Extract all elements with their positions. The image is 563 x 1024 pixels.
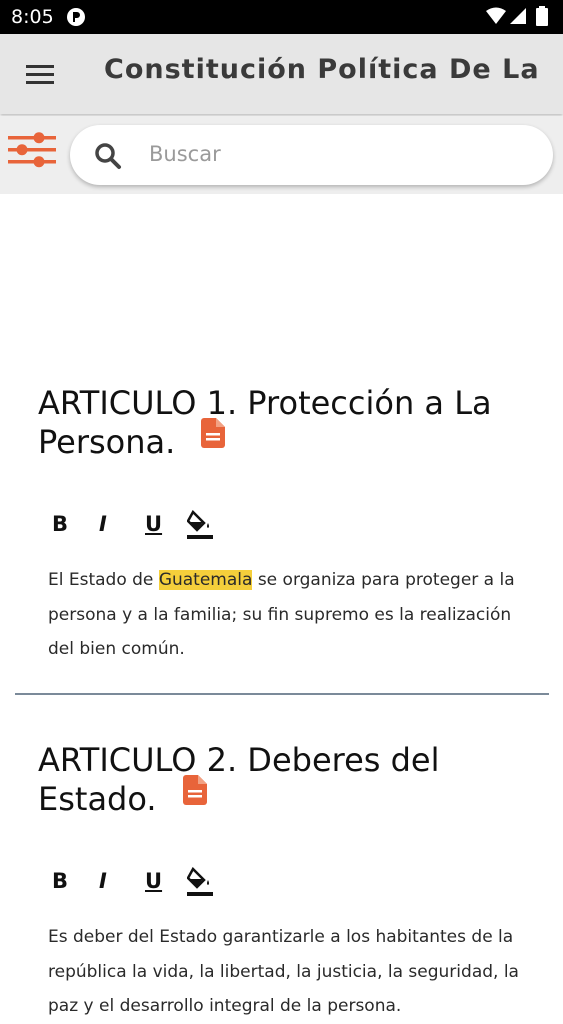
italic-button[interactable]: I — [99, 512, 107, 536]
search-input[interactable]: Buscar — [70, 125, 553, 185]
search-placeholder: Buscar — [149, 142, 221, 166]
highlighted-text: Guatemala — [158, 570, 253, 590]
article-title-text: ARTICULO 2. Deberes del Estado. — [38, 741, 440, 818]
wifi-icon — [486, 7, 506, 30]
document-icon[interactable] — [182, 775, 207, 814]
status-bar: 8:05 — [0, 0, 563, 34]
battery-icon — [536, 6, 548, 31]
underline-button[interactable]: U — [145, 512, 162, 536]
search-icon — [94, 142, 122, 175]
document-icon[interactable] — [201, 418, 226, 457]
bold-button[interactable]: B — [52, 512, 68, 536]
underline-button[interactable]: U — [145, 869, 162, 893]
article-body: Es deber del Estado garantizarle a los h… — [48, 927, 519, 1016]
filter-sliders-icon[interactable] — [8, 128, 56, 177]
body-text: El Estado de — [48, 570, 159, 590]
bold-button[interactable]: B — [52, 869, 68, 893]
italic-button[interactable]: I — [99, 869, 107, 893]
cellular-signal-icon — [509, 7, 527, 30]
article-title-text: ARTICULO 1. Protección a La Persona. — [38, 384, 492, 461]
highlight-color-icon[interactable] — [186, 866, 213, 902]
app-title: Constitución Política De La ... — [104, 54, 544, 85]
article-divider — [15, 693, 549, 695]
app-bar: Constitución Política De La ... — [0, 34, 563, 114]
menu-icon[interactable] — [26, 65, 54, 90]
highlight-color-icon[interactable] — [186, 509, 213, 545]
app-notification-icon — [66, 7, 86, 32]
article-body: El Estado de Guatemala se organiza para … — [48, 563, 528, 667]
article-title: ARTICULO 2. Deberes del Estado. — [38, 741, 538, 819]
status-time: 8:05 — [11, 6, 54, 28]
article-title: ARTICULO 1. Protección a La Persona. — [38, 384, 538, 462]
